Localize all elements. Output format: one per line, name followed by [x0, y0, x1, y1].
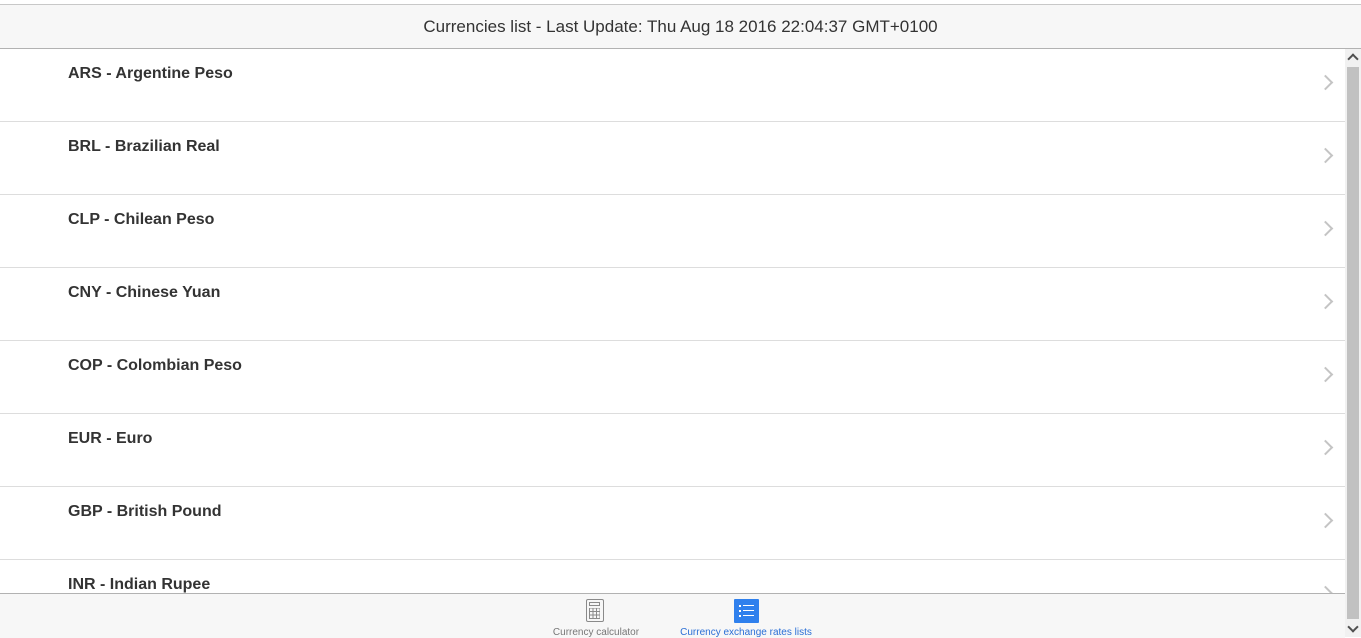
calculator-icon — [584, 599, 608, 623]
currency-list: ARS - Argentine Peso BRL - Brazilian Rea… — [0, 49, 1345, 593]
tab-currency-calculator[interactable]: Currency calculator — [553, 594, 639, 638]
scrollbar-thumb[interactable] — [1347, 67, 1359, 619]
tab-currency-exchange-rates-lists[interactable]: Currency exchange rates lists — [680, 594, 812, 638]
list-item-eur[interactable]: EUR - Euro — [0, 414, 1345, 487]
chevron-right-icon — [1317, 366, 1334, 383]
chevron-right-icon — [1317, 220, 1334, 237]
list-item-label: BRL - Brazilian Real — [68, 138, 220, 155]
page-title: Currencies list - Last Update: Thu Aug 1… — [423, 16, 938, 36]
vertical-scrollbar[interactable] — [1345, 49, 1361, 637]
scroll-down-arrow-icon[interactable] — [1345, 621, 1361, 637]
list-item-label: INR - Indian Rupee — [68, 576, 211, 593]
chevron-right-icon — [1317, 147, 1334, 164]
chevron-right-icon — [1317, 512, 1334, 529]
list-item-inr[interactable]: INR - Indian Rupee — [0, 560, 1345, 593]
chevron-right-icon — [1317, 439, 1334, 456]
page-header: Currencies list - Last Update: Thu Aug 1… — [0, 5, 1361, 49]
chevron-right-icon — [1317, 293, 1334, 310]
list-item-label: EUR - Euro — [68, 430, 153, 447]
tab-label: Currency exchange rates lists — [680, 627, 812, 638]
list-item-clp[interactable]: CLP - Chilean Peso — [0, 195, 1345, 268]
list-item-cop[interactable]: COP - Colombian Peso — [0, 341, 1345, 414]
list-item-label: ARS - Argentine Peso — [68, 65, 233, 82]
list-item-label: CLP - Chilean Peso — [68, 211, 215, 228]
chevron-right-icon — [1317, 585, 1334, 593]
tab-label: Currency calculator — [552, 627, 640, 638]
list-item-cny[interactable]: CNY - Chinese Yuan — [0, 268, 1345, 341]
list-item-label: COP - Colombian Peso — [68, 357, 242, 374]
list-item-label: GBP - British Pound — [68, 503, 222, 520]
list-item-brl[interactable]: BRL - Brazilian Real — [0, 122, 1345, 195]
list-item-label: CNY - Chinese Yuan — [68, 284, 221, 301]
scroll-up-arrow-icon[interactable] — [1345, 49, 1361, 65]
chevron-right-icon — [1317, 74, 1334, 91]
list-icon — [734, 599, 759, 623]
bottom-tab-bar: Currency calculator Currency exchange ra… — [0, 593, 1345, 638]
list-item-gbp[interactable]: GBP - British Pound — [0, 487, 1345, 560]
list-item-ars[interactable]: ARS - Argentine Peso — [0, 49, 1345, 122]
